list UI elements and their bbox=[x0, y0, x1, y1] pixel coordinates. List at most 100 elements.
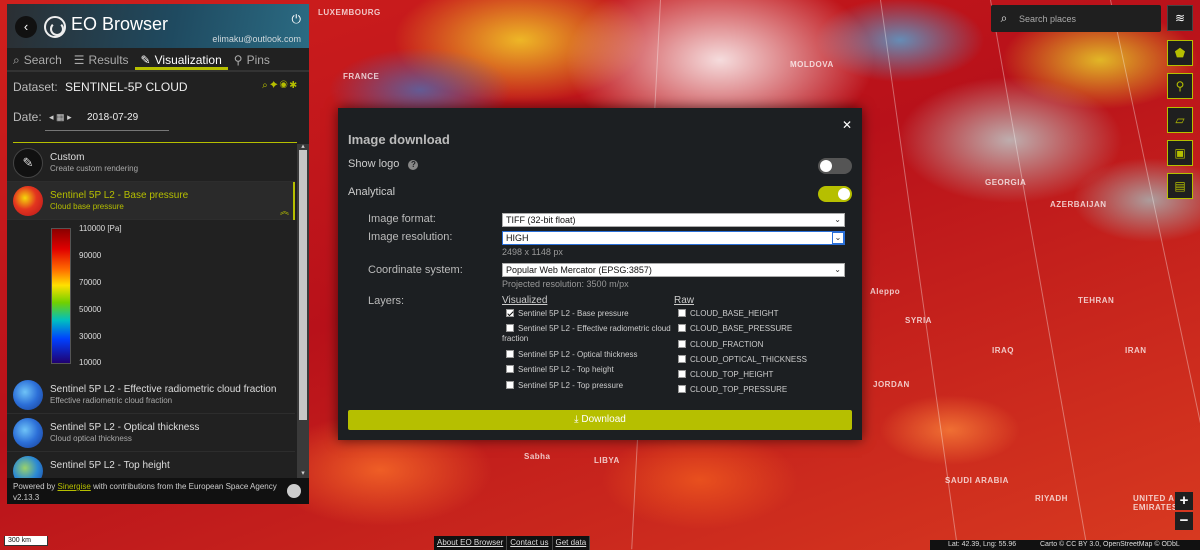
brand-header: ‹ EO Browser ⏻ elimaku@outlook.com bbox=[7, 4, 309, 48]
visualized-heading: Visualized bbox=[502, 295, 548, 306]
raw-checkbox-row[interactable]: CLOUD_TOP_HEIGHT bbox=[678, 370, 773, 380]
tab-visualization[interactable]: ✎ Visualization bbox=[134, 48, 228, 70]
layer-thumbnail bbox=[13, 380, 43, 410]
checkbox-label: CLOUD_TOP_PRESSURE bbox=[690, 385, 788, 394]
raw-checkbox-row[interactable]: CLOUD_TOP_PRESSURE bbox=[678, 385, 787, 395]
layer-checkbox-row[interactable]: Sentinel 5P L2 - Top height bbox=[506, 365, 614, 375]
tab-bar: ⌕ Search ☰ Results ✎ Visualization ⚲ Pins bbox=[7, 48, 309, 72]
theme-toggle-icon[interactable] bbox=[287, 484, 301, 498]
scrollbar-thumb[interactable] bbox=[299, 150, 307, 420]
checkbox[interactable] bbox=[678, 355, 686, 363]
tab-label: Pins bbox=[246, 53, 270, 67]
zoom-out-button[interactable]: − bbox=[1175, 512, 1193, 530]
layers-icon[interactable]: ≋ bbox=[1167, 5, 1193, 31]
timelapse-film-icon[interactable]: ▤ bbox=[1167, 173, 1193, 199]
sinergise-link[interactable]: Sinergise bbox=[57, 482, 90, 491]
checkbox-checked[interactable] bbox=[506, 309, 514, 317]
compare-icon[interactable]: ◉ bbox=[280, 80, 290, 91]
raw-checkbox-row[interactable]: CLOUD_FRACTION bbox=[678, 340, 763, 350]
area-of-interest-icon[interactable]: ⬟ bbox=[1167, 40, 1193, 66]
layer-title: Sentinel 5P L2 - Top height bbox=[50, 460, 170, 471]
layer-title: Custom bbox=[50, 152, 85, 163]
image-download-icon[interactable]: ▣ bbox=[1167, 140, 1193, 166]
checkbox[interactable] bbox=[678, 385, 686, 393]
zoom-to-tile-icon[interactable]: ⌕ bbox=[262, 80, 270, 91]
show-logo-toggle[interactable] bbox=[818, 158, 852, 174]
map-place-label: LIBYA bbox=[594, 456, 620, 465]
legend-tick: 110000 [Pa] bbox=[79, 224, 122, 233]
contact-link[interactable]: Contact us bbox=[507, 536, 553, 550]
layer-checkbox-row[interactable]: Sentinel 5P L2 - Base pressure bbox=[506, 309, 629, 319]
layer-title: Sentinel 5P L2 - Effective radiometric c… bbox=[50, 384, 277, 395]
date-row: Date: ◂ ▦ ▸ 2018-07-29 bbox=[7, 98, 309, 132]
calendar-icon[interactable]: ▦ bbox=[56, 112, 65, 122]
map-attribution: Carto © CC BY 3.0, OpenStreetMap © ODbL bbox=[1026, 540, 1200, 550]
map-scale-bar: 300 km bbox=[4, 536, 48, 546]
layer-base-pressure[interactable]: Sentinel 5P L2 - Base pressure Cloud bas… bbox=[7, 182, 295, 220]
prev-date-icon[interactable]: ◂ bbox=[49, 112, 54, 122]
image-resolution-select[interactable]: HIGH ⌄ bbox=[502, 231, 845, 245]
layer-cloud-fraction[interactable]: Sentinel 5P L2 - Effective radiometric c… bbox=[7, 376, 295, 414]
tab-pins[interactable]: ⚲ Pins bbox=[228, 48, 276, 70]
checkbox[interactable] bbox=[678, 340, 686, 348]
select-value: Popular Web Mercator (EPSG:3857) bbox=[506, 265, 652, 275]
legend-tick: 90000 bbox=[79, 251, 102, 260]
checkbox[interactable] bbox=[506, 324, 514, 332]
app-title: EO Browser bbox=[71, 14, 169, 34]
eo-browser-logo-icon bbox=[44, 16, 66, 38]
checkbox[interactable] bbox=[506, 350, 514, 358]
checkbox-label: CLOUD_BASE_PRESSURE bbox=[690, 324, 793, 333]
checkbox[interactable] bbox=[506, 365, 514, 373]
layer-custom[interactable]: ✎ Custom Create custom rendering bbox=[7, 144, 295, 182]
checkbox-label: CLOUD_TOP_HEIGHT bbox=[690, 370, 774, 379]
zoom-in-button[interactable]: + bbox=[1175, 492, 1193, 510]
layers-label: Layers: bbox=[368, 295, 405, 307]
layer-subtitle: Create custom rendering bbox=[50, 164, 139, 173]
checkbox[interactable] bbox=[678, 324, 686, 332]
help-icon[interactable]: ? bbox=[408, 160, 419, 170]
close-icon[interactable]: ✕ bbox=[842, 118, 852, 132]
select-value: HIGH bbox=[506, 233, 529, 243]
get-data-link[interactable]: Get data bbox=[553, 536, 591, 550]
chevron-down-icon: ⌄ bbox=[832, 232, 844, 244]
layer-checkbox-row[interactable]: Sentinel 5P L2 - Effective radiometric c… bbox=[502, 324, 674, 344]
scroll-down-icon[interactable]: ▾ bbox=[297, 470, 309, 478]
ruler-measure-icon[interactable]: ▱ bbox=[1167, 107, 1193, 133]
raw-checkbox-row[interactable]: CLOUD_BASE_HEIGHT bbox=[678, 309, 778, 319]
map-place-label: JORDAN bbox=[873, 380, 910, 389]
layer-title: Sentinel 5P L2 - Optical thickness bbox=[50, 422, 200, 433]
about-link[interactable]: About EO Browser bbox=[434, 536, 508, 550]
settings-gear-icon[interactable]: ✱ bbox=[290, 80, 299, 91]
raw-checkbox-row[interactable]: CLOUD_OPTICAL_THICKNESS bbox=[678, 355, 807, 365]
layer-list: ✎ Custom Create custom rendering Sentine… bbox=[7, 144, 295, 478]
tab-search[interactable]: ⌕ Search bbox=[7, 48, 68, 70]
date-value[interactable]: 2018-07-29 bbox=[87, 112, 138, 123]
logout-icon[interactable]: ⏻ bbox=[292, 12, 302, 27]
layer-checkbox-row[interactable]: Sentinel 5P L2 - Optical thickness bbox=[506, 350, 637, 360]
layer-top-height[interactable]: Sentinel 5P L2 - Top height bbox=[7, 452, 295, 478]
coordinate-system-select[interactable]: Popular Web Mercator (EPSG:3857) ⌄ bbox=[502, 263, 845, 277]
checkbox[interactable] bbox=[678, 370, 686, 378]
map-place-label: GEORGIA bbox=[985, 178, 1027, 187]
raw-checkbox-row[interactable]: CLOUD_BASE_PRESSURE bbox=[678, 324, 792, 334]
list-icon: ☰ bbox=[73, 53, 85, 67]
layer-checkbox-row[interactable]: Sentinel 5P L2 - Top pressure bbox=[506, 381, 623, 391]
analytical-toggle[interactable] bbox=[818, 186, 852, 202]
layer-list-scrollbar[interactable]: ▴ ▾ bbox=[297, 143, 309, 478]
layer-optical-thickness[interactable]: Sentinel 5P L2 - Optical thickness Cloud… bbox=[7, 414, 295, 452]
download-button[interactable]: ⤓ Download bbox=[348, 410, 852, 430]
checkbox[interactable] bbox=[506, 381, 514, 389]
image-format-select[interactable]: TIFF (32-bit float) ⌄ bbox=[502, 213, 845, 227]
search-icon[interactable]: ⌕ bbox=[991, 5, 1017, 32]
search-input[interactable] bbox=[1019, 10, 1155, 27]
arrow-left-icon[interactable]: ‹ bbox=[15, 16, 37, 38]
chevron-up-icon[interactable]: ︽ bbox=[280, 204, 289, 217]
dataset-name: SENTINEL-5P CLOUD bbox=[65, 80, 188, 94]
next-date-icon[interactable]: ▸ bbox=[67, 112, 72, 122]
location-pin-icon[interactable]: ⚲ bbox=[1167, 73, 1193, 99]
checkbox[interactable] bbox=[678, 309, 686, 317]
image-format-label: Image format: bbox=[368, 213, 436, 225]
map-place-label: MOLDOVA bbox=[790, 60, 834, 69]
pin-icon[interactable]: ✦ bbox=[270, 80, 280, 91]
tab-results[interactable]: ☰ Results bbox=[68, 48, 135, 70]
